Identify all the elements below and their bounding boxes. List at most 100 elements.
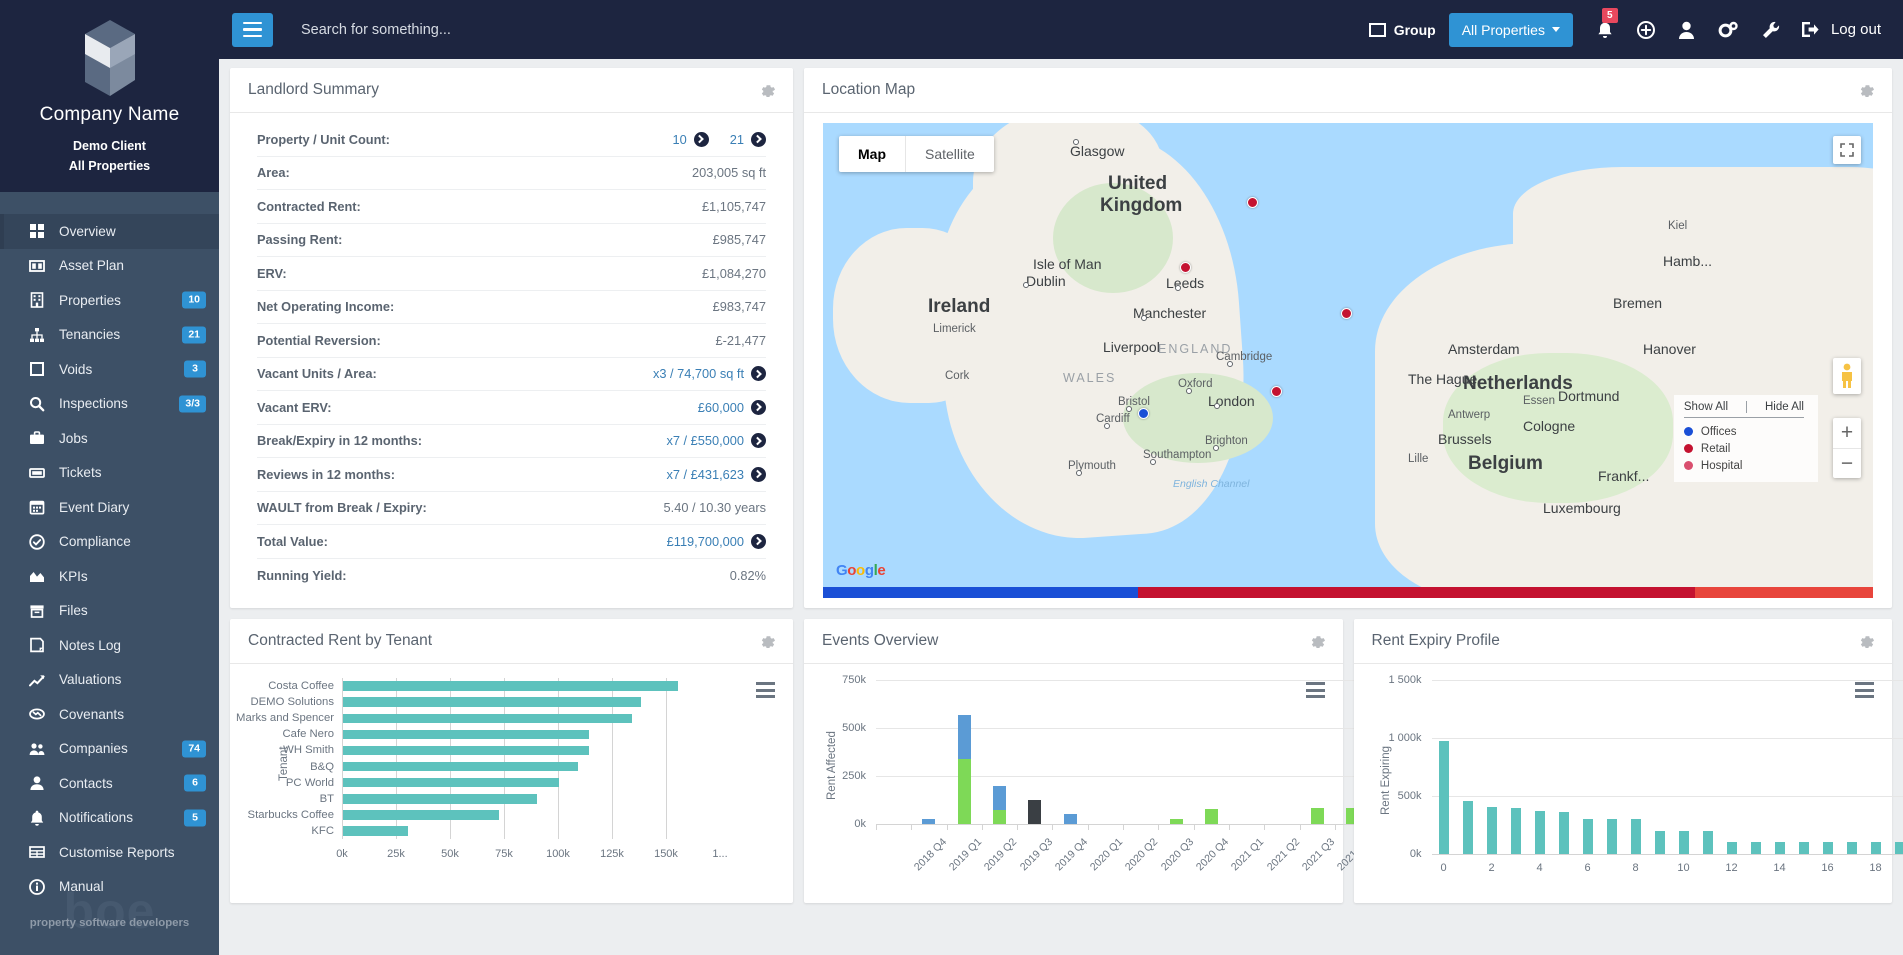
- chart-x-tick: 4: [1536, 862, 1542, 874]
- map-zoom-controls[interactable]: + −: [1833, 418, 1861, 478]
- search-input[interactable]: [301, 22, 721, 38]
- settings-button[interactable]: [1718, 21, 1738, 39]
- all-properties-label: All Properties: [1462, 22, 1545, 38]
- scope-label: All Properties: [0, 156, 219, 176]
- gear-icon[interactable]: [761, 634, 775, 648]
- summary-value-text: £-21,477: [715, 333, 766, 348]
- chart-category-label: WH Smith: [230, 744, 334, 756]
- hamburger-menu-icon[interactable]: [1306, 682, 1325, 698]
- chart-bar: [1799, 842, 1809, 854]
- gear-icon[interactable]: [761, 83, 775, 97]
- chart-bar: [1535, 811, 1545, 854]
- map-marker-offices[interactable]: [1138, 408, 1149, 419]
- show-all-button[interactable]: Show All: [1684, 401, 1747, 413]
- row-arrow-button[interactable]: [751, 467, 766, 482]
- logout-button[interactable]: Log out: [1802, 21, 1881, 38]
- notifications-bell-button[interactable]: 5: [1597, 21, 1613, 39]
- summary-value-text: £119,700,000: [667, 534, 744, 549]
- summary-label: Reviews in 12 months:: [257, 467, 395, 482]
- sidebar-item-label: Tickets: [59, 465, 102, 480]
- sidebar-item-covenants[interactable]: Covenants: [0, 697, 219, 732]
- sidebar-item-customise-reports[interactable]: Customise Reports: [0, 835, 219, 870]
- summary-label: ERV:: [257, 266, 287, 281]
- hamburger-icon[interactable]: [232, 13, 273, 47]
- hamburger-menu-icon[interactable]: [756, 682, 775, 698]
- legend-label: Offices: [1701, 426, 1737, 438]
- row-arrow-button[interactable]: [751, 366, 766, 381]
- row-arrow-button[interactable]: [751, 132, 766, 147]
- hide-all-button[interactable]: Hide All: [1765, 401, 1804, 413]
- map-marker-retail[interactable]: [1247, 197, 1258, 208]
- summary-value[interactable]: x3 / 74,700 sq ft: [653, 366, 766, 381]
- summary-label: Running Yield:: [257, 568, 347, 583]
- sidebar-badge: 10: [182, 292, 206, 309]
- zoom-in-button[interactable]: +: [1833, 418, 1861, 448]
- terrain-green-3: [1443, 353, 1673, 503]
- chart-x-tick: 150k: [654, 848, 678, 860]
- all-properties-dropdown[interactable]: All Properties: [1449, 13, 1573, 47]
- street-view-pegman[interactable]: [1833, 358, 1861, 394]
- row-arrow-button[interactable]: [751, 400, 766, 415]
- chart-x-tick: 2019 Q2: [982, 836, 1019, 873]
- row-arrow-button[interactable]: [751, 433, 766, 448]
- sidebar-item-manual[interactable]: Manual: [0, 870, 219, 905]
- summary-value[interactable]: £60,000: [698, 400, 766, 415]
- gear-icon[interactable]: [1860, 634, 1874, 648]
- chart-x-tick: 10: [1677, 862, 1689, 874]
- map-type-switcher[interactable]: MapSatellite: [839, 136, 994, 172]
- rent-expiry-chart: Rent Expiring0k500k1 000k1 500k024681012…: [1354, 664, 1893, 903]
- sidebar-item-event-diary[interactable]: Event Diary: [0, 490, 219, 525]
- sidebar-item-kpis[interactable]: KPIs: [0, 559, 219, 594]
- user-profile-button[interactable]: [1679, 21, 1694, 39]
- sidebar-badge: 3: [184, 361, 206, 378]
- sidebar-item-overview[interactable]: Overview: [0, 214, 219, 249]
- legend-item-hospital[interactable]: Hospital: [1684, 457, 1804, 474]
- fullscreen-button[interactable]: [1833, 136, 1861, 164]
- summary-value[interactable]: 1021: [673, 132, 766, 147]
- chart-x-tick: 2020 Q4: [1194, 836, 1231, 873]
- gear-icon[interactable]: [1860, 83, 1874, 97]
- group-button[interactable]: Group: [1369, 22, 1436, 38]
- sidebar-item-companies[interactable]: Companies74: [0, 732, 219, 767]
- row-arrow-button[interactable]: [694, 132, 709, 147]
- row-arrow-button[interactable]: [751, 534, 766, 549]
- zoom-out-button[interactable]: −: [1833, 448, 1861, 478]
- sidebar-item-valuations[interactable]: Valuations: [0, 663, 219, 698]
- map-marker-retail[interactable]: [1271, 386, 1282, 397]
- chart-x-tick: 75k: [495, 848, 513, 860]
- legend-item-offices[interactable]: Offices: [1684, 423, 1804, 440]
- sidebar-item-voids[interactable]: Voids3: [0, 352, 219, 387]
- sidebar-item-jobs[interactable]: Jobs: [0, 421, 219, 456]
- chart-y-tick: 500k: [1354, 790, 1422, 802]
- sidebar-item-tickets[interactable]: Tickets: [0, 456, 219, 491]
- landmass-ireland: [833, 228, 993, 403]
- company-name: Company Name: [0, 104, 219, 136]
- map-type-satellite[interactable]: Satellite: [905, 136, 994, 172]
- gear-icon[interactable]: [1311, 634, 1325, 648]
- add-button[interactable]: [1637, 21, 1655, 39]
- map-marker-retail[interactable]: [1341, 308, 1352, 319]
- sidebar-item-tenancies[interactable]: Tenancies21: [0, 318, 219, 353]
- chart-x-tick: 2019 Q4: [1053, 836, 1090, 873]
- hamburger-menu-icon[interactable]: [1855, 682, 1874, 698]
- summary-row: Potential Reversion:£-21,477: [257, 324, 766, 358]
- summary-value[interactable]: x7 / £550,000: [666, 433, 766, 448]
- sidebar-item-properties[interactable]: Properties10: [0, 283, 219, 318]
- legend-label: Hospital: [1701, 460, 1743, 472]
- summary-value[interactable]: £119,700,000: [667, 534, 766, 549]
- legend-item-retail[interactable]: Retail: [1684, 440, 1804, 457]
- sidebar-item-contacts[interactable]: Contacts6: [0, 766, 219, 801]
- sidebar-item-notes-log[interactable]: Notes Log: [0, 628, 219, 663]
- sidebar-item-compliance[interactable]: Compliance: [0, 525, 219, 560]
- sidebar-item-files[interactable]: Files: [0, 594, 219, 629]
- google-map[interactable]: GlasgowUnitedKingdomIsle of ManLeedsManc…: [823, 123, 1873, 587]
- chart-x-tick: 2021 Q2: [1264, 836, 1301, 873]
- map-type-map[interactable]: Map: [839, 136, 905, 172]
- sidebar-item-notifications[interactable]: Notifications5: [0, 801, 219, 836]
- map-marker-retail[interactable]: [1180, 262, 1191, 273]
- tools-button[interactable]: [1762, 21, 1780, 39]
- sidebar-item-asset-plan[interactable]: Asset Plan: [0, 249, 219, 284]
- sidebar-item-inspections[interactable]: Inspections3/3: [0, 387, 219, 422]
- chart-bar-blue: [993, 786, 1006, 811]
- summary-value[interactable]: x7 / £431,623: [666, 467, 766, 482]
